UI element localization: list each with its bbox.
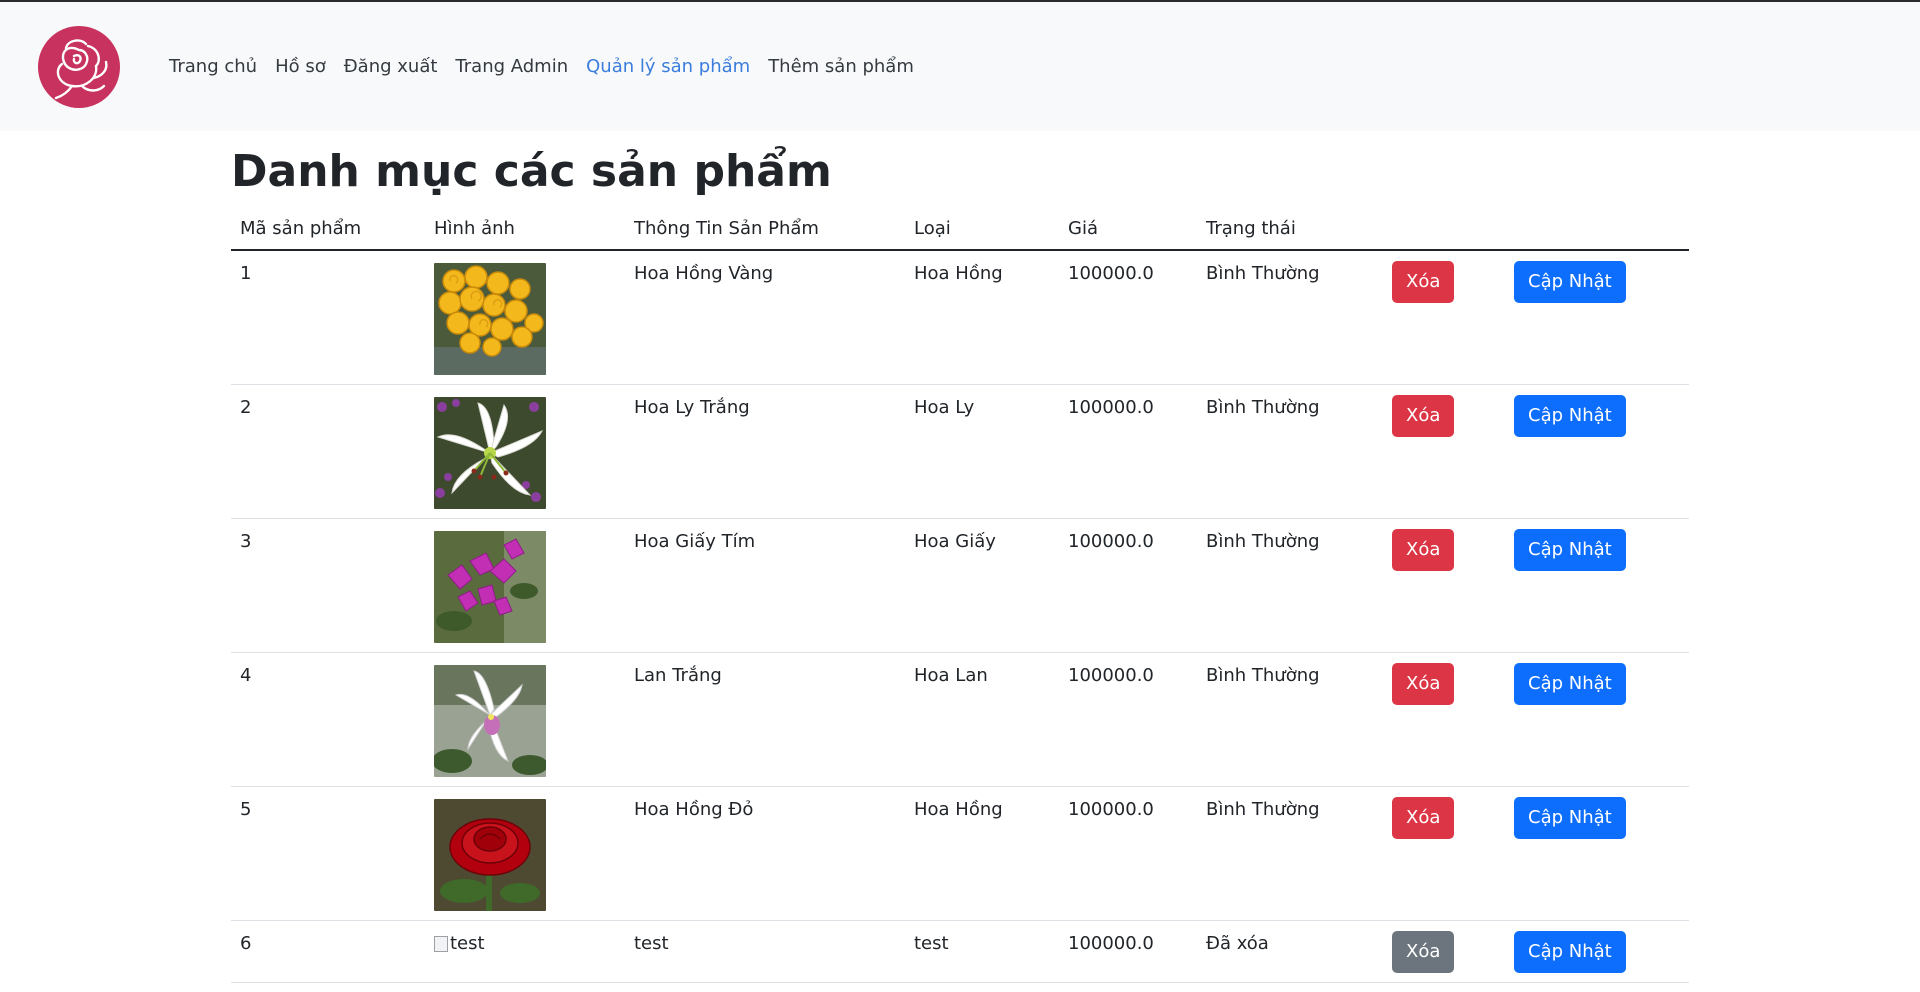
cell-product-name: Hoa Hồng Vàng	[625, 250, 905, 385]
delete-button[interactable]: Xóa	[1392, 663, 1455, 705]
nav-link-add-product[interactable]: Thêm sản phẩm	[759, 56, 923, 77]
cell-image	[425, 384, 625, 519]
cell-price: 100000.0	[1059, 518, 1197, 653]
purple-bougainvillea-image	[434, 531, 546, 643]
cell-type: Hoa Giấy	[905, 518, 1059, 653]
nav-link-logout[interactable]: Đăng xuất	[335, 56, 447, 77]
yellow-roses-image	[434, 263, 546, 375]
cell-product-name: Lan Trắng	[625, 652, 905, 787]
delete-button[interactable]: Xóa	[1392, 529, 1455, 571]
broken-image-icon	[434, 935, 448, 952]
cell-id: 5	[231, 786, 425, 921]
cell-type: Hoa Ly	[905, 384, 1059, 519]
cell-update: Cập Nhật	[1505, 384, 1689, 519]
cell-price: 100000.0	[1059, 652, 1197, 787]
cell-image	[425, 250, 625, 385]
cell-product-name: Hoa Ly Trắng	[625, 384, 905, 519]
main-content: Danh mục các sản phẩm Mã sản phẩm Hình ả…	[231, 145, 1689, 983]
cell-update: Cập Nhật	[1505, 250, 1689, 385]
navbar: Trang chủ Hồ sơ Đăng xuất Trang Admin Qu…	[0, 2, 1920, 131]
red-rose-image	[434, 799, 546, 911]
cell-status: Bình Thường	[1197, 518, 1383, 653]
update-button[interactable]: Cập Nhật	[1514, 663, 1626, 705]
cell-image	[425, 518, 625, 653]
delete-button[interactable]: Xóa	[1392, 261, 1455, 303]
cell-price: 100000.0	[1059, 920, 1197, 983]
table-row: 2 Hoa Ly Trắng Hoa Ly 100000.0 Bình Thườ…	[231, 384, 1689, 519]
table-row: 5 Hoa Hồng Đỏ Hoa Hồng 100000.0 Bình Thư…	[231, 786, 1689, 921]
cell-price: 100000.0	[1059, 250, 1197, 385]
cell-type: Hoa Hồng	[905, 250, 1059, 385]
cell-update: Cập Nhật	[1505, 920, 1689, 983]
nav-link-admin[interactable]: Trang Admin	[446, 56, 577, 77]
white-lily-image	[434, 397, 546, 509]
cell-status: Bình Thường	[1197, 250, 1383, 385]
cell-delete: Xóa	[1383, 384, 1505, 519]
nav-links: Trang chủ Hồ sơ Đăng xuất Trang Admin Qu…	[160, 56, 923, 77]
cell-id: 1	[231, 250, 425, 385]
update-button[interactable]: Cập Nhật	[1514, 529, 1626, 571]
nav-link-home[interactable]: Trang chủ	[160, 56, 266, 77]
cell-delete: Xóa	[1383, 920, 1505, 983]
cell-image	[425, 652, 625, 787]
cell-id: 6	[231, 920, 425, 983]
table-row: 6 test test test 100000.0 Đã xóa Xóa Cập…	[231, 920, 1689, 983]
update-button[interactable]: Cập Nhật	[1514, 797, 1626, 839]
header-type: Loại	[905, 207, 1059, 251]
cell-price: 100000.0	[1059, 384, 1197, 519]
cell-id: 3	[231, 518, 425, 653]
cell-product-name: Hoa Giấy Tím	[625, 518, 905, 653]
broken-image: test	[434, 933, 485, 954]
cell-status: Bình Thường	[1197, 384, 1383, 519]
header-delete	[1383, 207, 1505, 251]
cell-product-name: test	[625, 920, 905, 983]
cell-price: 100000.0	[1059, 786, 1197, 921]
table-row: 1 Hoa Hồng Vàng Hoa Hồng 100000.0 Bình T…	[231, 250, 1689, 385]
cell-image: test	[425, 920, 625, 983]
header-image: Hình ảnh	[425, 207, 625, 251]
cell-update: Cập Nhật	[1505, 518, 1689, 653]
table-header-row: Mã sản phẩm Hình ảnh Thông Tin Sản Phẩm …	[231, 207, 1689, 251]
header-status: Trạng thái	[1197, 207, 1383, 251]
cell-delete: Xóa	[1383, 518, 1505, 653]
cell-product-name: Hoa Hồng Đỏ	[625, 786, 905, 921]
header-update	[1505, 207, 1689, 251]
delete-button[interactable]: Xóa	[1392, 797, 1455, 839]
cell-status: Đã xóa	[1197, 920, 1383, 983]
cell-status: Bình Thường	[1197, 786, 1383, 921]
cell-type: Hoa Hồng	[905, 786, 1059, 921]
header-product-id: Mã sản phẩm	[231, 207, 425, 251]
page-title: Danh mục các sản phẩm	[231, 146, 832, 197]
cell-status: Bình Thường	[1197, 652, 1383, 787]
update-button[interactable]: Cập Nhật	[1514, 261, 1626, 303]
products-table: Mã sản phẩm Hình ảnh Thông Tin Sản Phẩm …	[231, 207, 1689, 983]
cell-id: 2	[231, 384, 425, 519]
nav-link-profile[interactable]: Hồ sơ	[266, 56, 335, 77]
cell-delete: Xóa	[1383, 250, 1505, 385]
cell-image	[425, 786, 625, 921]
cell-type: Hoa Lan	[905, 652, 1059, 787]
update-button[interactable]: Cập Nhật	[1514, 395, 1626, 437]
delete-button[interactable]: Xóa	[1392, 395, 1455, 437]
cell-update: Cập Nhật	[1505, 786, 1689, 921]
table-row: 4 Lan Trắng Hoa Lan 100000.0 Bình Thường…	[231, 652, 1689, 787]
cell-type: test	[905, 920, 1059, 983]
cell-delete: Xóa	[1383, 786, 1505, 921]
cell-id: 4	[231, 652, 425, 787]
white-orchid-image	[434, 665, 546, 777]
cell-update: Cập Nhật	[1505, 652, 1689, 787]
rose-logo-icon[interactable]	[38, 25, 120, 108]
delete-button[interactable]: Xóa	[1392, 931, 1455, 973]
table-row: 3 Hoa Giấy Tím Hoa Giấy 100000.0 Bình Th…	[231, 518, 1689, 653]
header-price: Giá	[1059, 207, 1197, 251]
broken-image-alt-text: test	[450, 933, 485, 954]
update-button[interactable]: Cập Nhật	[1514, 931, 1626, 973]
header-product-info: Thông Tin Sản Phẩm	[625, 207, 905, 251]
nav-link-manage-products[interactable]: Quản lý sản phẩm	[577, 56, 759, 77]
cell-delete: Xóa	[1383, 652, 1505, 787]
